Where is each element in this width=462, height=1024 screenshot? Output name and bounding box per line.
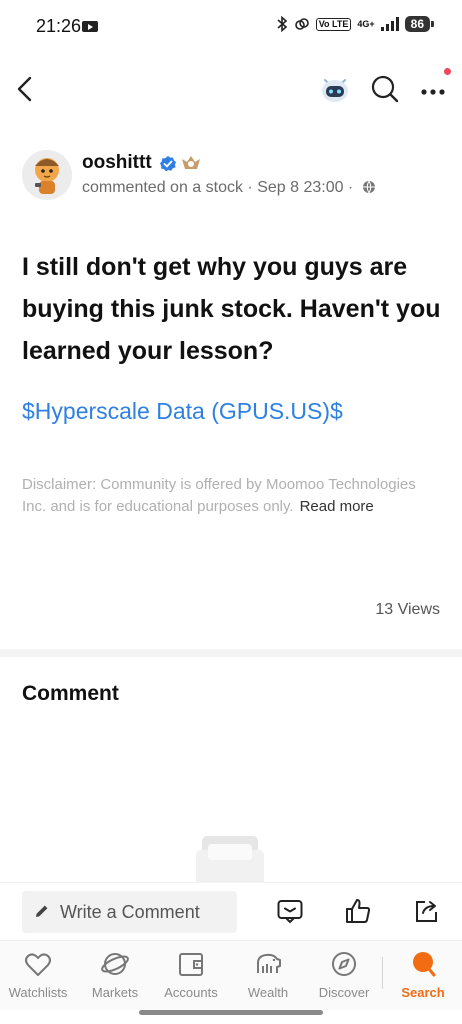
robot-assistant-icon[interactable] <box>318 72 352 106</box>
level-badge-icon <box>182 156 200 169</box>
wallet-icon <box>179 953 203 976</box>
heart-icon <box>25 953 51 976</box>
tab-label: Wealth <box>247 985 289 1000</box>
status-bar: 21:26 Vo LTE 4G+ 86 <box>0 0 462 52</box>
back-arrow-icon[interactable] <box>10 72 44 106</box>
link-icon <box>294 18 309 30</box>
tab-label: Accounts <box>164 985 218 1000</box>
volte-icon: Vo LTE <box>315 17 352 31</box>
tab-markets[interactable]: Markets <box>77 949 153 1009</box>
tab-separator <box>382 957 383 989</box>
search-icon[interactable] <box>368 72 402 106</box>
tab-label: Search <box>401 985 445 1000</box>
share-icon[interactable] <box>412 897 440 925</box>
post-meta-text: commented on a stock · Sep 8 23:00 · <box>82 179 354 196</box>
like-icon[interactable] <box>344 897 372 925</box>
tab-wealth[interactable]: Wealth <box>230 949 306 1009</box>
tab-label: Discover <box>318 985 370 1000</box>
avatar[interactable] <box>22 150 72 200</box>
read-more-link[interactable]: Read more <box>300 498 374 515</box>
author-row[interactable]: ooshittt commented on a stock · Sep 8 23… <box>22 150 442 204</box>
notification-dot <box>444 68 451 75</box>
write-comment-placeholder: Write a Comment <box>60 902 200 922</box>
bluetooth-icon <box>277 16 287 32</box>
tab-accounts[interactable]: Accounts <box>153 949 229 1009</box>
pen-icon <box>36 905 48 917</box>
write-comment-input[interactable]: Write a Comment <box>22 891 237 933</box>
verified-badge-icon <box>160 156 176 172</box>
view-count: 13 Views <box>375 601 440 618</box>
video-recording-icon <box>82 21 98 32</box>
bottom-tab-bar: Watchlists Markets Accounts Wealth Disco… <box>0 940 462 1010</box>
piggy-bank-icon <box>257 953 281 973</box>
author-name[interactable]: ooshittt <box>82 152 152 174</box>
comment-bar: Write a Comment <box>0 882 462 940</box>
status-icons: Vo LTE 4G+ 86 <box>276 16 435 32</box>
globe-icon <box>362 180 375 194</box>
compass-icon <box>332 952 356 976</box>
post-meta: commented on a stock · Sep 8 23:00 · <box>82 179 376 197</box>
network-type: 4G+ <box>357 19 375 29</box>
battery-icon: 86 <box>404 16 435 32</box>
tab-label: Watchlists <box>8 985 68 1000</box>
tab-label: Markets <box>91 985 139 1000</box>
tab-search[interactable]: Search <box>385 949 461 1009</box>
section-divider <box>0 649 462 657</box>
signal-icon <box>380 17 399 31</box>
post-text: I still don't get why you guys are buyin… <box>22 253 441 365</box>
status-time: 21:26 <box>36 16 82 36</box>
comment-heading: Comment <box>22 682 119 705</box>
tab-watchlists[interactable]: Watchlists <box>0 949 76 1009</box>
search-dot-icon <box>413 952 436 977</box>
stock-tag-link[interactable]: $Hyperscale Data (GPUS.US)$ <box>22 398 343 425</box>
tab-discover[interactable]: Discover <box>306 949 382 1009</box>
home-indicator[interactable] <box>139 1010 323 1015</box>
planet-icon <box>101 953 129 975</box>
empty-comments-illustration <box>196 836 264 886</box>
disclaimer: Disclaimer: Community is offered by Moom… <box>22 474 432 518</box>
top-nav <box>0 60 462 118</box>
more-options-icon[interactable] <box>416 72 450 106</box>
comment-icon[interactable] <box>276 897 304 925</box>
